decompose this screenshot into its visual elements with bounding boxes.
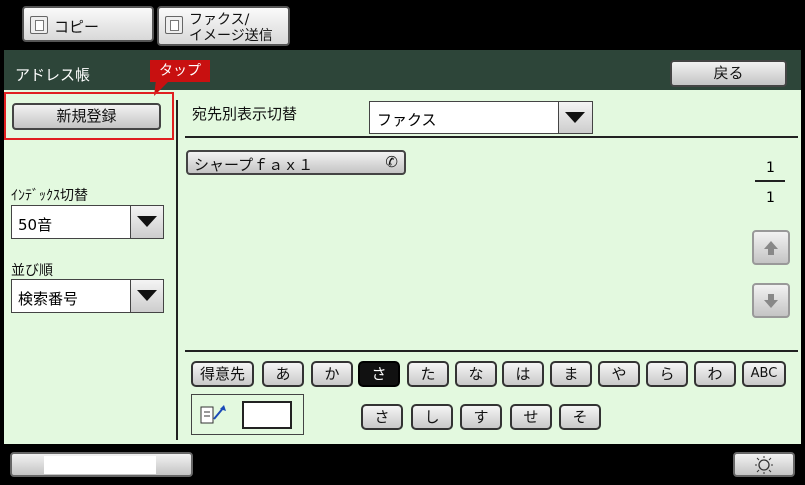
status-bar-field <box>44 456 156 474</box>
kana-key-na[interactable]: な <box>455 361 497 387</box>
sort-order-arrow[interactable] <box>130 280 163 312</box>
header-divider <box>185 136 798 138</box>
tap-tooltip-label: タップ <box>159 63 201 79</box>
tab-copy-label: コピー <box>54 18 100 36</box>
kana-key-label: か <box>324 365 340 383</box>
sub-kana-key-se[interactable]: せ <box>510 404 552 430</box>
page-total: 1 <box>766 190 775 206</box>
page-current: 1 <box>766 160 775 176</box>
direct-entry-input[interactable] <box>242 401 292 429</box>
sub-kana-key-shi[interactable]: し <box>411 404 453 430</box>
kana-key-label: や <box>611 365 627 383</box>
kana-key-label: は <box>515 365 531 383</box>
kana-key-tokuisaki[interactable]: 得意先 <box>191 361 254 387</box>
kana-key-ta[interactable]: た <box>407 361 449 387</box>
sub-kana-key-label: す <box>473 408 489 426</box>
arrow-up-icon <box>764 241 778 255</box>
kana-key-ka[interactable]: か <box>311 361 353 387</box>
sort-order-select[interactable]: 検索番号 <box>11 279 164 313</box>
index-switch-select[interactable]: 50音 <box>11 205 164 239</box>
fax-image-send-icon <box>165 16 183 34</box>
kana-key-ya[interactable]: や <box>598 361 640 387</box>
page-separator <box>755 180 785 182</box>
sort-order-label: 並び順 <box>11 263 53 279</box>
vertical-divider <box>176 100 178 440</box>
kana-key-wa[interactable]: わ <box>694 361 736 387</box>
back-button[interactable]: 戻る <box>670 60 787 87</box>
arrow-down-icon <box>764 294 778 308</box>
page-title: アドレス帳 <box>15 66 91 84</box>
sub-kana-key-label: し <box>424 408 440 426</box>
kana-key-sa[interactable]: さ <box>358 361 400 387</box>
kana-key-abc[interactable]: ABC <box>742 361 786 387</box>
chevron-down-icon <box>137 290 157 301</box>
back-button-label: 戻る <box>713 64 744 82</box>
kana-key-label: あ <box>275 365 291 383</box>
brightness-button[interactable] <box>733 452 795 477</box>
scroll-up-button[interactable] <box>752 230 790 265</box>
entry-name: シャープｆａｘ１ <box>194 156 314 174</box>
address-entry-icon <box>200 405 226 424</box>
kana-key-label: さ <box>371 365 387 383</box>
sub-kana-key-su[interactable]: す <box>460 404 502 430</box>
kana-key-label: な <box>468 365 484 383</box>
tab-fax-image-send[interactable]: ファクス/ イメージ送信 <box>157 6 290 46</box>
tab-copy[interactable]: コピー <box>22 6 154 42</box>
sun-icon <box>755 456 773 474</box>
sub-kana-key-label: せ <box>523 408 539 426</box>
new-register-button[interactable]: 新規登録 <box>12 103 161 130</box>
kana-key-label: ら <box>659 365 675 383</box>
kana-key-label: わ <box>707 365 723 383</box>
sort-order-value: 検索番号 <box>18 290 79 308</box>
sub-kana-key-sa[interactable]: さ <box>361 404 403 430</box>
index-switch-label: ｲﾝﾃﾞｯｸｽ切替 <box>11 188 88 204</box>
kana-key-ma[interactable]: ま <box>550 361 592 387</box>
kana-key-ra[interactable]: ら <box>646 361 688 387</box>
scroll-down-button[interactable] <box>752 283 790 318</box>
kana-divider <box>185 350 798 352</box>
kana-key-label: た <box>420 365 436 383</box>
kana-key-label: ABC <box>750 366 778 381</box>
status-bar-button[interactable] <box>10 452 193 477</box>
display-switch-select[interactable]: ファクス <box>369 101 593 134</box>
entry-button[interactable]: シャープｆａｘ１ ✆ <box>186 150 406 175</box>
sub-kana-key-so[interactable]: そ <box>559 404 601 430</box>
kana-key-label: ま <box>563 365 579 383</box>
chevron-down-icon <box>565 112 585 123</box>
index-switch-value: 50音 <box>18 216 53 234</box>
tab-fax-label-2: イメージ送信 <box>189 28 273 44</box>
tap-tooltip: タップ <box>150 60 210 82</box>
phone-icon: ✆ <box>385 153 398 171</box>
sub-kana-key-label: そ <box>572 408 588 426</box>
kana-key-a[interactable]: あ <box>262 361 304 387</box>
kana-key-label: 得意先 <box>199 365 245 383</box>
kana-key-ha[interactable]: は <box>502 361 544 387</box>
display-switch-arrow[interactable] <box>558 102 592 133</box>
display-switch-value: ファクス <box>377 111 437 129</box>
chevron-down-icon <box>137 216 157 227</box>
display-switch-label: 宛先別表示切替 <box>192 105 298 123</box>
copy-icon <box>30 16 48 34</box>
index-switch-arrow[interactable] <box>130 206 163 238</box>
sub-kana-key-label: さ <box>374 408 390 426</box>
new-register-label: 新規登録 <box>56 107 117 125</box>
